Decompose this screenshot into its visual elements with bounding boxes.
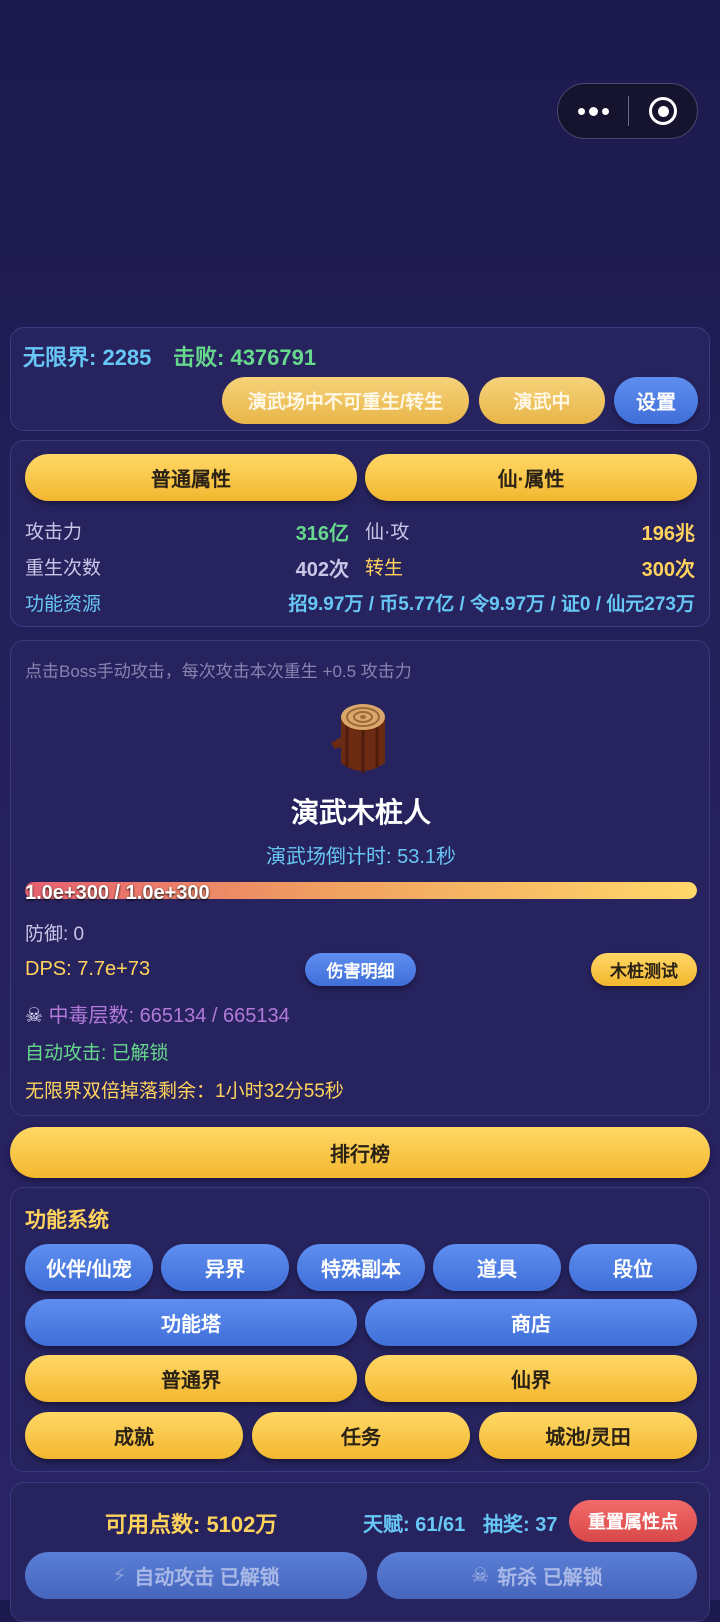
rebirth-count-value: 402次 (295, 559, 349, 581)
reincarnation-label: 转生 (365, 558, 404, 579)
attack-label: 攻击力 (25, 522, 83, 543)
immortal-realm-button[interactable]: 仙界 (365, 1355, 697, 1402)
double-drop-timer: 无限界双倍掉落剩余：1小时32分55秒 (25, 1081, 344, 1102)
training-status-button[interactable]: 演武中 (479, 377, 605, 424)
realm-value: 2285 (102, 345, 152, 370)
attack-value: 316亿 (295, 523, 349, 545)
more-dots-icon[interactable] (558, 84, 628, 138)
attributes-panel: 普通属性 仙·属性 攻击力 316亿 仙·攻 196兆 重生次数 402次 转生… (10, 440, 710, 627)
poison-stacks: 中毒层数: 665134 / 665134 (48, 1005, 290, 1027)
tab-normal-attributes[interactable]: 普通属性 (25, 454, 357, 501)
boss-hp-text: 1.0e+300 / 1.0e+300 (25, 882, 210, 904)
defeat-value: 4376791 (230, 345, 317, 370)
achievements-button[interactable]: 成就 (25, 1412, 243, 1459)
realm-label: 无限界: (23, 345, 97, 370)
immortal-attack-value: 196兆 (641, 523, 695, 545)
stats-bar-panel: 无限界: 2285 击败: 4376791 演武场中不可重生/转生 演武中 设置 (10, 327, 710, 431)
skull-kill-icon: ☠ (471, 1565, 490, 1587)
kill-unlocked-button[interactable]: ☠ 斩杀 已解锁 (377, 1552, 697, 1599)
realm-display: 无限界: 2285 (23, 340, 151, 372)
kill-label: 斩杀 已解锁 (497, 1567, 603, 1589)
skull-icon: ☠ (25, 1005, 43, 1027)
normal-realm-button[interactable]: 普通界 (25, 1355, 357, 1402)
leaderboard-button[interactable]: 排行榜 (10, 1127, 710, 1178)
function-tower-button[interactable]: 功能塔 (25, 1299, 357, 1346)
damage-detail-button[interactable]: 伤害明细 (305, 953, 416, 986)
points-panel: 可用点数: 5102万 天赋: 61/61 抽奖: 37 重置属性点 ⚡ 自动攻… (10, 1482, 710, 1622)
target-circle-icon[interactable] (629, 97, 697, 125)
boss-defense: 防御: 0 (25, 924, 85, 945)
partner-pet-button[interactable]: 伙伴/仙宠 (25, 1244, 153, 1291)
poison-display: ☠ 中毒层数: 665134 / 665134 (25, 999, 290, 1028)
items-button[interactable]: 道具 (433, 1244, 561, 1291)
auto-attack-status: 自动攻击: 已解锁 (25, 1043, 169, 1064)
defeat-display: 击败: 4376791 (173, 340, 316, 372)
auto-attack-unlocked-button[interactable]: ⚡ 自动攻击 已解锁 (25, 1552, 367, 1599)
resources-label: 功能资源 (25, 594, 102, 615)
auto-attack-label: 自动攻击 已解锁 (134, 1567, 280, 1589)
tasks-button[interactable]: 任务 (252, 1412, 470, 1459)
function-system-title: 功能系统 (25, 1209, 109, 1232)
city-farm-button[interactable]: 城池/灵田 (479, 1412, 697, 1459)
function-system-panel: 功能系统 伙伴/仙宠 异界 特殊副本 道具 段位 功能塔 商店 普通界 仙界 成… (10, 1187, 710, 1472)
dps-display: DPS: 7.7e+73 (25, 958, 151, 980)
reincarnation-value: 300次 (641, 559, 695, 581)
mini-program-capsule (557, 83, 698, 139)
talent-count: 天赋: 61/61 (363, 1514, 466, 1536)
boss-name: 演武木桩人 (290, 797, 431, 828)
reset-attributes-button[interactable]: 重置属性点 (569, 1500, 697, 1542)
lightning-icon: ⚡ (112, 1565, 127, 1587)
rebirth-count-label: 重生次数 (25, 558, 102, 579)
rebirth-disabled-button[interactable]: 演武场中不可重生/转生 (222, 377, 469, 424)
available-points: 可用点数: 5102万 (105, 1512, 278, 1537)
defeat-label: 击败: (173, 345, 225, 370)
boss-hint: 点击Boss手动攻击，每次攻击本次重生 +0.5 攻击力 (25, 662, 412, 681)
tab-immortal-attributes[interactable]: 仙·属性 (365, 454, 697, 501)
lottery-count: 抽奖: 37 (483, 1514, 558, 1536)
otherworld-button[interactable]: 异界 (161, 1244, 289, 1291)
boss-panel: 点击Boss手动攻击，每次攻击本次重生 +0.5 攻击力 演武木桩人 演武场倒计… (10, 640, 710, 1116)
special-dungeon-button[interactable]: 特殊副本 (297, 1244, 425, 1291)
resources-value: 招9.97万 / 币5.77亿 / 令9.97万 / 证0 / 仙元273万 (288, 594, 695, 615)
stump-test-button[interactable]: 木桩测试 (591, 953, 697, 986)
immortal-attack-label: 仙·攻 (365, 522, 410, 543)
rank-tier-button[interactable]: 段位 (569, 1244, 697, 1291)
shop-button[interactable]: 商店 (365, 1299, 697, 1346)
wooden-stump-icon[interactable] (329, 697, 395, 781)
settings-button[interactable]: 设置 (614, 377, 698, 424)
arena-countdown: 演武场倒计时: 53.1秒 (265, 846, 457, 868)
